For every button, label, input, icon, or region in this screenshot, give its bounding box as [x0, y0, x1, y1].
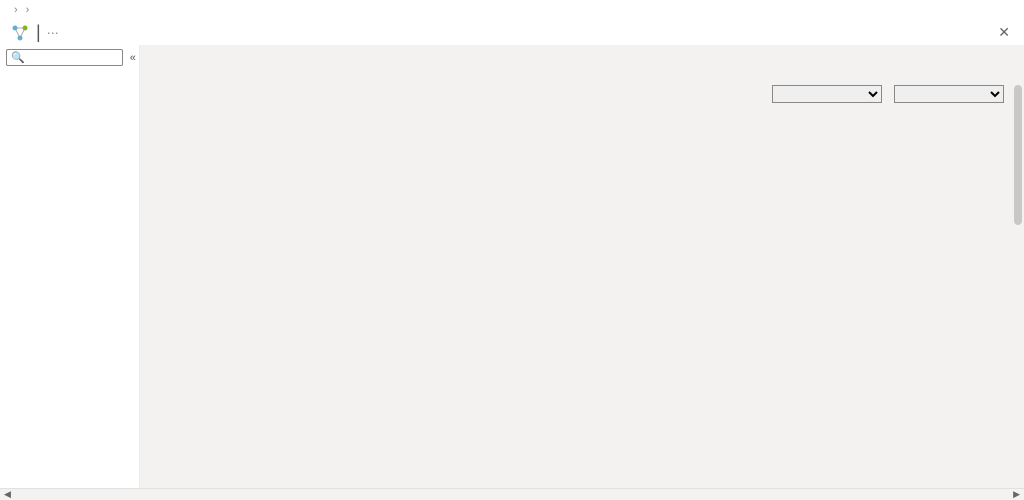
horizontal-scrollbar[interactable]: ◀ ▶: [0, 488, 1024, 500]
main-content: [140, 45, 1024, 493]
scroll-left-icon[interactable]: ◀: [0, 489, 15, 500]
collapse-sidebar-icon[interactable]: «: [127, 52, 139, 64]
close-icon[interactable]: ✕: [998, 24, 1010, 41]
category-select[interactable]: [772, 85, 882, 103]
sidebar: 🔍 «: [0, 45, 140, 493]
chevron-right-icon: ›: [26, 4, 30, 16]
chevron-right-icon: ›: [14, 4, 18, 16]
search-input[interactable]: [28, 52, 118, 64]
page-header: | ⋯ ✕: [0, 20, 1024, 43]
sortby-select[interactable]: [894, 85, 1004, 103]
vertical-scrollbar[interactable]: [1014, 85, 1022, 225]
scroll-right-icon[interactable]: ▶: [1009, 489, 1024, 500]
page-title: |: [36, 22, 41, 43]
more-icon[interactable]: ⋯: [47, 26, 59, 40]
logic-app-icon: [10, 23, 30, 43]
search-input-wrapper[interactable]: 🔍: [6, 49, 123, 66]
search-icon: 🔍: [11, 51, 25, 64]
breadcrumb: › ›: [0, 0, 1024, 20]
